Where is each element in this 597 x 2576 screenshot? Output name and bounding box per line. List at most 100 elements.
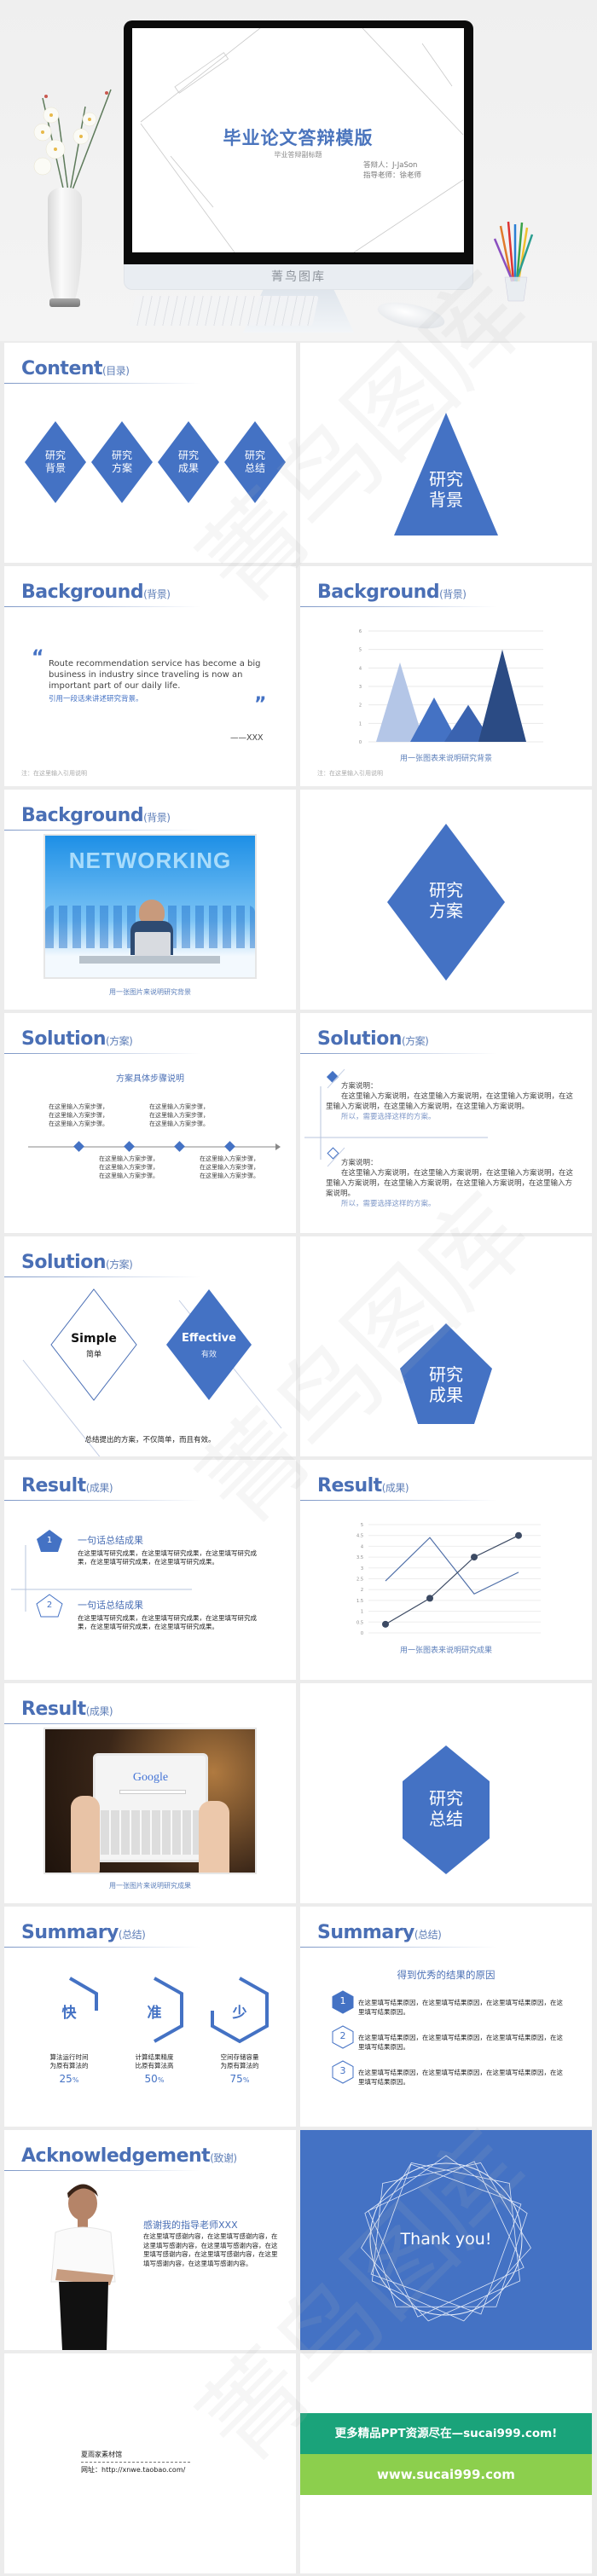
white-vase-image [48, 188, 82, 303]
slide-title: Background(背景) [21, 582, 171, 603]
result-heading: 一句话总结成果 [78, 1535, 143, 1546]
reason-text: 在这里填写结果原因，在这里填写结果原因，在这里填写结果原因，在这里填写结果原因。 [358, 2034, 563, 2051]
toc-item[interactable]: 研究 方案 [88, 449, 156, 475]
simple-label-cn: 简单 [85, 1351, 101, 1359]
reasons-heading: 得到优秀的结果的原因 [397, 1969, 496, 1981]
image-text: NETWORKING [68, 848, 232, 873]
cover-slide[interactable]: 毕业论文答辩模版 毕业答辩副标题 答辩人：J-JaSon 指导老师：徐老师 [132, 28, 464, 252]
search-box [119, 1790, 186, 1794]
stat-value: 25% [35, 2073, 103, 2085]
toc-item[interactable]: 研究 背景 [21, 449, 90, 475]
badge-number: 1 [46, 1536, 53, 1545]
slide-content[interactable]: Content(目录) 研究 背景 研究 方案 研究 成果 研究 总结 [4, 343, 296, 563]
result-body: 在这里填写研究成果，在这里填写研究成果，在这里填写研究成果，在这里填写研究成果，… [78, 1614, 257, 1630]
slide-background-quote[interactable]: Background(背景) “ Route recommendation se… [4, 566, 296, 786]
ack-heading: 感谢我的指导老师XXX [143, 2220, 238, 2231]
slide-title: Summary(总结) [317, 1922, 442, 1943]
y-tick-label: 2.5 [356, 1577, 363, 1583]
pentagon-shape [400, 1323, 492, 1424]
summary-text: 总结提出的方案，不仅简单，而且有效。 [84, 1436, 216, 1444]
slide-thank-you[interactable]: Thank you! [300, 2130, 592, 2350]
y-tick-label: 1.5 [356, 1599, 363, 1604]
slide-section-solution[interactable]: 研究 方案 [300, 790, 592, 1010]
slide-section-result[interactable]: 研究 成果 [300, 1236, 592, 1456]
orchid-flowers-image [33, 89, 112, 192]
slide-result-chart[interactable]: Result(成果) 0 0.5 1 1.5 2 2.5 3 3.5 4 4.5 5 用一张图表来说… [300, 1460, 592, 1680]
promo-url[interactable]: www.sucai999.com [300, 2454, 592, 2495]
slide-result-image[interactable]: Result(成果) Google 用一张图片来说明研究成果 [4, 1683, 296, 1903]
promo-banner[interactable]: 更多精品PPT资源尽在—sucai999.com! [300, 2413, 592, 2454]
section-label: 研究 成果 [429, 1364, 463, 1405]
slide-summary-stats[interactable]: Summary(总结) 快算法运行时间 为原有算法的 25% 准计算结果精度 比原有… [4, 1907, 296, 2127]
pencil-cup-image [493, 221, 534, 302]
slide-promo[interactable]: 更多精品PPT资源尽在—sucai999.com! www.sucai999.c… [300, 2353, 592, 2573]
slide-credits[interactable]: 夏雨家素材馆 网址：http://xnwe.taobao.com/ [4, 2353, 296, 2573]
slide-solution-timeline[interactable]: Solution(方案) 方案具体步骤说明 在这里输入方案步骤，在这里输入方案步… [4, 1013, 296, 1233]
slide-title: Result(成果) [317, 1475, 409, 1496]
slide-acknowledgement[interactable]: Acknowledgement(致谢) 感谢我的指导老师XXX 在这里填写感谢内… [4, 2130, 296, 2350]
slide-background-chart[interactable]: Background(背景) 0 1 2 3 4 5 6 用一张图表来说明研究背景 注：在这… [300, 566, 592, 786]
block-body: 在这里输入方案说明，在这里输入方案说明，在这里输入方案说明，在这里输入方案说明，… [326, 1092, 574, 1111]
y-tick-label: 1 [359, 721, 362, 726]
stat-unit: % [157, 2076, 165, 2084]
title-rule [300, 606, 496, 607]
result-body: 在这里填写研究成果，在这里填写研究成果，在这里填写研究成果，在这里填写研究成果，… [78, 1549, 257, 1566]
stat-char: 快 [61, 2005, 77, 2022]
badge-number: 2 [46, 1601, 53, 1610]
timeline-step: 在这里输入方案步骤，在这里输入方案步骤，在这里输入方案步骤。 [99, 1155, 159, 1179]
timeline-step: 在这里输入方案步骤，在这里输入方案步骤，在这里输入方案步骤。 [200, 1155, 259, 1179]
vase-base [49, 298, 80, 307]
monitor-screen-frame: 毕业论文答辩模版 毕业答辩副标题 答辩人：J-JaSon 指导老师：徐老师 [124, 20, 473, 264]
slide-solution-description[interactable]: Solution(方案) 方案说明： 在这里输入方案说明，在这里输入方案说明，在… [300, 1013, 592, 1233]
tablet-photo: Google [43, 1728, 257, 1874]
slide-result-points[interactable]: Result(成果) 1 2 一句话总结成果 在这里填写研究成果，在这里填写研究… [4, 1460, 296, 1680]
y-tick-label: 5 [359, 648, 362, 653]
slide-title: Background(背景) [317, 582, 467, 603]
badge-number: 2 [339, 2030, 346, 2041]
tablet: Google [93, 1753, 208, 1862]
data-point [426, 1595, 433, 1602]
slide-summary-reasons[interactable]: Summary(总结) 得到优秀的结果的原因 1 在这里填写结果原因，在这里填写结… [300, 1907, 592, 2127]
title-rule [4, 830, 200, 831]
ack-body: 在这里填写感谢内容，在这里填写感谢内容，在这里填写感谢内容，在这里填写感谢内容，… [143, 2232, 278, 2267]
y-tick-label: 2 [361, 1588, 363, 1593]
data-point [515, 1531, 522, 1539]
section-label: 研究 方案 [429, 880, 463, 921]
stat-desc: 计算结果精度 比原有算法高 [135, 2053, 174, 2069]
block-label: 方案说明： [341, 1159, 378, 1167]
slide-title: Result(成果) [21, 1699, 113, 1720]
data-point [471, 1554, 478, 1561]
y-tick-label: 0 [359, 740, 362, 745]
shop-url[interactable]: 网址：http://xnwe.taobao.com/ [81, 2465, 185, 2475]
toc-item[interactable]: 研究 成果 [154, 449, 223, 475]
y-tick-label: 4 [361, 1544, 363, 1549]
stat-desc: 空间存储容量 为原有算法的 [220, 2053, 259, 2069]
slide-title: Content(目录) [21, 358, 130, 379]
y-tick-label: 4.5 [356, 1534, 363, 1539]
solution-block: 方案说明： 在这里输入方案说明，在这里输入方案说明，在这里输入方案说明，在这里输… [326, 1081, 573, 1122]
slide-background-image[interactable]: Background(背景) NETWORKING 用一张图片来说明研究背景 [4, 790, 296, 1010]
stat-unit: % [72, 2076, 79, 2084]
stat-unit: % [242, 2076, 250, 2084]
y-tick-label: 6 [359, 629, 362, 634]
image-caption: 用一张图片来说明研究背景 [109, 988, 191, 996]
slide-section-background[interactable]: 研究 背景 [300, 343, 592, 563]
close-quote-icon: ” [254, 694, 267, 715]
block-conclusion: 所以，需要选择这样的方案。 [341, 1200, 436, 1208]
slide-section-summary[interactable]: 研究 总结 [300, 1683, 592, 1903]
badge-number: 1 [339, 1995, 346, 2006]
toc-item[interactable]: 研究 总结 [221, 449, 289, 475]
y-tick-label: 3 [359, 685, 362, 690]
block-body: 在这里输入方案说明，在这里输入方案说明，在这里输入方案说明，在这里输入方案说明，… [326, 1169, 574, 1198]
right-hand [199, 1801, 229, 1873]
timeline-step: 在这里输入方案步骤，在这里输入方案步骤，在这里输入方案步骤。 [49, 1103, 108, 1127]
quote-author: ——XXX [230, 733, 264, 743]
slide-solution-simple-effective[interactable]: Solution(方案) Simple 简单 Effective 有效 总结提出… [4, 1236, 296, 1456]
google-logo: Google [132, 1771, 169, 1784]
title-rule [4, 2170, 200, 2171]
stat-number: 25 [59, 2073, 72, 2085]
y-tick-label: 2 [359, 703, 362, 709]
title-rule [300, 1500, 496, 1501]
chart-caption: 用一张图表来说明研究成果 [399, 1647, 492, 1655]
thank-you-text: Thank you! [400, 2230, 492, 2249]
